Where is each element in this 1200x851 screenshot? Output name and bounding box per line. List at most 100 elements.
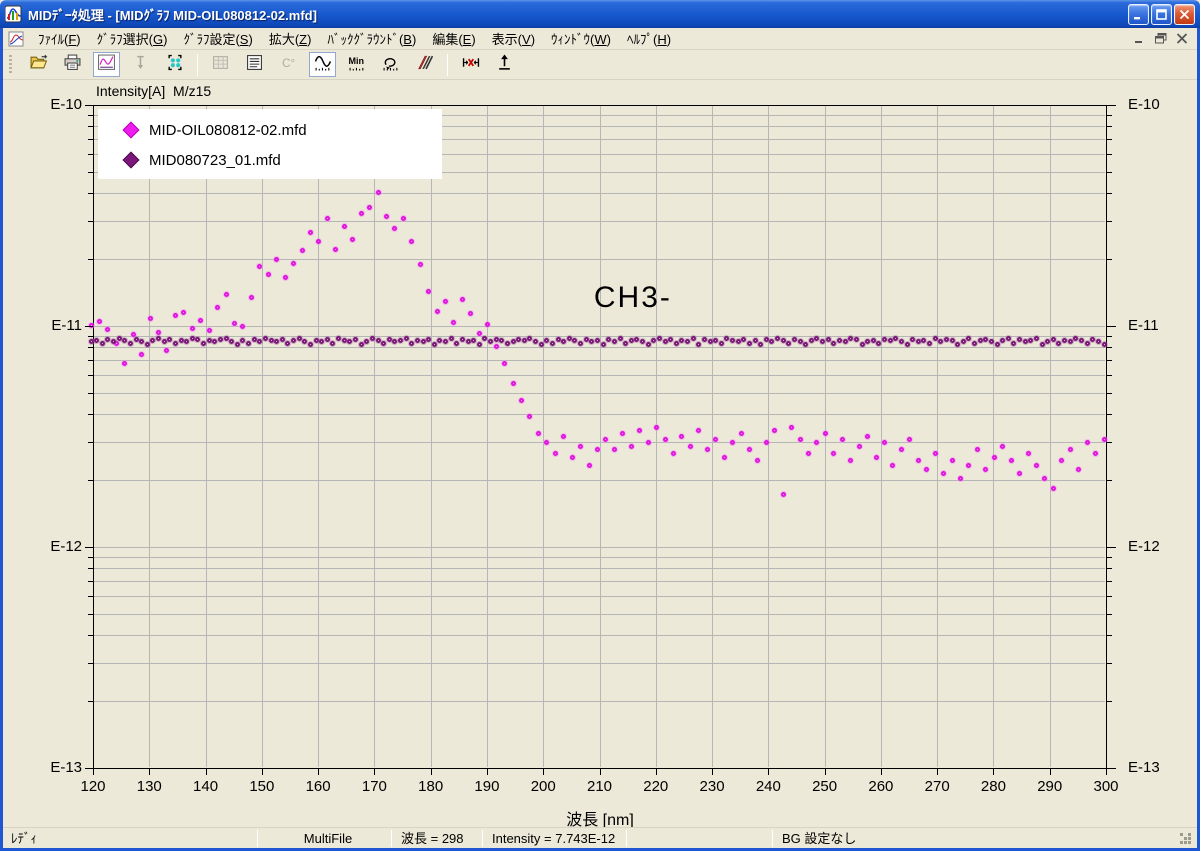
y-tick-minor [88, 347, 93, 348]
data-point [173, 341, 178, 346]
y-tick-minor [1107, 596, 1112, 597]
close-button[interactable] [1174, 4, 1195, 25]
status-separator [626, 830, 627, 847]
data-point [409, 341, 414, 346]
x-tick [262, 769, 263, 775]
menu-item-window[interactable]: ｳｨﾝﾄﾞｳ(W) [543, 27, 619, 50]
status-panel-multifile: MultiFile [261, 830, 393, 847]
list-view-button[interactable] [241, 52, 268, 77]
menu-item-view[interactable]: 表示(V) [484, 27, 543, 50]
child-close-button[interactable] [1174, 32, 1189, 45]
status-panel-spare [630, 830, 774, 847]
child-minimize-button[interactable] [1132, 32, 1147, 45]
data-point [995, 342, 1000, 347]
data-point [781, 492, 786, 497]
data-point [97, 319, 102, 324]
maximize-button[interactable] [1151, 4, 1172, 25]
y-tick-minor [1107, 568, 1112, 569]
data-point [232, 321, 237, 326]
data-point [1076, 467, 1081, 472]
data-point [691, 336, 696, 341]
data-point [156, 330, 161, 335]
data-point [657, 336, 662, 341]
wave-display-button[interactable] [309, 52, 336, 77]
data-point [263, 336, 268, 341]
data-point [359, 342, 364, 347]
toolbar-grip[interactable] [9, 55, 12, 75]
data-point [708, 339, 713, 344]
x-tick-label: 270 [915, 778, 959, 795]
loop-icon [382, 54, 400, 76]
print-button[interactable] [59, 52, 86, 77]
data-point [1040, 342, 1045, 347]
y-tick-minor [1107, 480, 1112, 481]
data-point [578, 444, 583, 449]
y-tick-minor [88, 360, 93, 361]
menu-item-background[interactable]: ﾊﾞｯｸｸﾞﾗｳﾝﾄﾞ(B) [319, 27, 424, 50]
x-tick-label: 130 [127, 778, 171, 795]
open-file-button[interactable] [25, 52, 52, 77]
y-tick-minor [1107, 635, 1112, 636]
x-tick-label: 170 [352, 778, 396, 795]
data-point [314, 338, 319, 343]
title-bar[interactable]: MIDﾃﾞｰﾀ処理 - [MIDｸﾞﾗﾌ MID-OIL080812-02.mf… [0, 0, 1200, 28]
x-tick [825, 769, 826, 775]
data-point [826, 337, 831, 342]
data-point [432, 342, 437, 347]
grid-view-button [207, 52, 234, 77]
child-restore-button[interactable] [1153, 32, 1168, 45]
y-tick-minor [88, 663, 93, 664]
x-tick [768, 769, 769, 775]
minimize-button[interactable] [1128, 4, 1149, 25]
y-tick-minor [1107, 347, 1112, 348]
y-tick-minor [1107, 172, 1112, 173]
min-scale-button[interactable]: Min [343, 52, 370, 77]
background-filter-button[interactable] [411, 52, 438, 77]
y-tick-minor [88, 581, 93, 582]
menu-item-zoom[interactable]: 拡大(Z) [261, 27, 320, 50]
y-tick-major [85, 768, 93, 769]
x-tick [374, 769, 375, 775]
menu-bar: ﾌｧｲﾙ(F)ｸﾞﾗﾌ選択(G)ｸﾞﾗﾌ設定(S)拡大(Z)ﾊﾞｯｸｸﾞﾗｳﾝﾄ… [3, 28, 1197, 50]
data-point [325, 216, 330, 221]
y-axis-title: Intensity[A] M/z15 [96, 83, 211, 99]
x-tick-label: 150 [240, 778, 284, 795]
y-tick-minor [88, 480, 93, 481]
y-tick-label: E-10 [1128, 96, 1174, 113]
graph-display-button[interactable] [93, 52, 120, 77]
marker-icon [132, 54, 149, 76]
fit-view-button[interactable] [161, 52, 188, 77]
data-point [1068, 447, 1073, 452]
menu-item-edit[interactable]: 編集(E) [424, 27, 483, 50]
data-point [933, 451, 938, 456]
data-point [764, 337, 769, 342]
data-point [587, 463, 592, 468]
menu-item-graph-select[interactable]: ｸﾞﾗﾌ選択(G) [89, 27, 176, 50]
y-tick-minor [1107, 336, 1112, 337]
export-up-button[interactable] [491, 52, 518, 77]
chart-area[interactable]: Intensity[A] M/z15 MID-OIL080812-02.mfdM… [0, 0, 1200, 851]
document-graph-icon[interactable] [8, 31, 24, 47]
data-point [291, 261, 296, 266]
clear-zoom-button[interactable] [457, 52, 484, 77]
svg-text:C°: C° [282, 56, 295, 69]
menu-item-graph-config[interactable]: ｸﾞﾗﾌ設定(S) [175, 27, 260, 50]
data-point [280, 337, 285, 342]
y-tick-minor [88, 193, 93, 194]
auto-rescale-button[interactable] [377, 52, 404, 77]
data-point [888, 338, 893, 343]
data-point [131, 332, 136, 337]
data-point [376, 338, 381, 343]
data-point [449, 336, 454, 341]
data-point [539, 342, 544, 347]
y-tick-label: E-12 [36, 538, 82, 555]
menu-item-file[interactable]: ﾌｧｲﾙ(F) [30, 27, 89, 50]
data-point [252, 337, 257, 342]
data-point [401, 216, 406, 221]
comb-icon [416, 54, 434, 76]
menu-item-help[interactable]: ﾍﾙﾌﾟ(H) [619, 27, 679, 50]
x-tick-label: 260 [859, 778, 903, 795]
x-tick [712, 769, 713, 775]
grid-icon [212, 54, 229, 76]
data-point [702, 337, 707, 342]
